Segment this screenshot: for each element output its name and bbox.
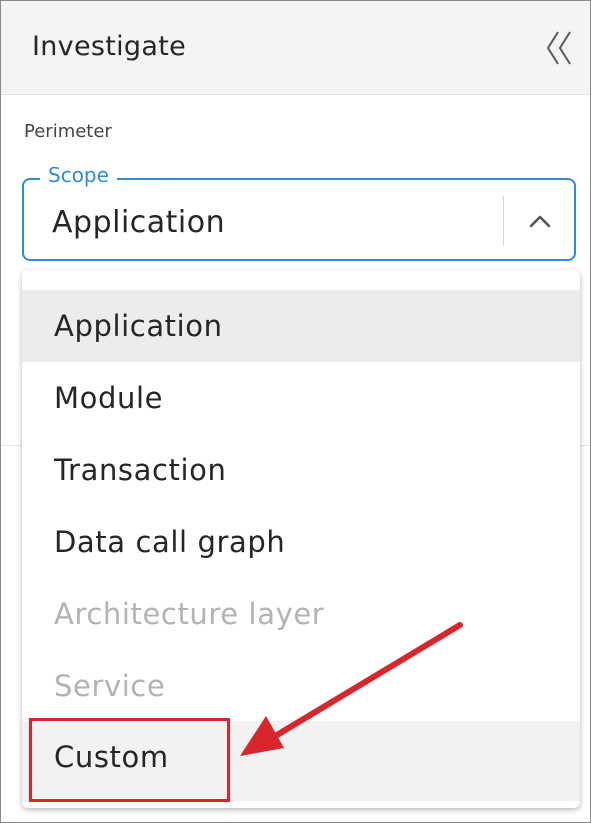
option-architecture-layer: Architecture layer — [54, 597, 325, 631]
option-service: Service — [54, 669, 166, 703]
perimeter-label: Perimeter — [24, 121, 112, 142]
option-data-call-graph[interactable]: Data call graph — [22, 506, 580, 578]
double-chevron-left-icon[interactable] — [538, 26, 578, 70]
option-module[interactable]: Module — [22, 362, 580, 434]
option-application[interactable]: Application — [22, 290, 580, 362]
select-divider — [503, 196, 504, 246]
scope-legend: Scope — [40, 162, 117, 188]
chevron-up-icon[interactable] — [522, 206, 558, 236]
option-custom[interactable]: Custom — [22, 721, 580, 801]
panel-title: Investigate — [32, 31, 187, 62]
panel-header: Investigate — [1, 1, 590, 95]
scope-dropdown-menu: Application Module Transaction Data call… — [22, 270, 580, 808]
scope-selected-value: Application — [52, 205, 226, 240]
option-transaction[interactable]: Transaction — [22, 434, 580, 506]
